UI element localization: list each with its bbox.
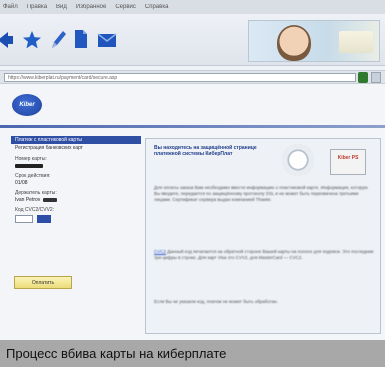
security-seal-icon: [282, 144, 314, 176]
dropdown-button[interactable]: [371, 72, 381, 83]
kiber-badge: Kiber PS: [330, 149, 366, 175]
caption-text: Процесс вбива карты на киберплате: [6, 346, 227, 361]
browser-window: Файл Правка Вид Избранное Сервис Справка: [0, 0, 385, 340]
cvc2-link[interactable]: CVC2: [154, 249, 166, 254]
menu-help[interactable]: Справка: [145, 4, 169, 10]
menu-tools[interactable]: Сервис: [115, 4, 136, 10]
expiry-field[interactable]: 01/08: [11, 179, 141, 186]
banner-photo: [277, 25, 311, 61]
holder-value: Ivan Petrov: [15, 196, 41, 203]
favorites-icon[interactable]: [22, 30, 42, 50]
url-input[interactable]: https://www.kiberplat.ru/payment/card/se…: [4, 73, 356, 82]
address-bar: https://www.kiberplat.ru/payment/card/se…: [0, 70, 385, 84]
document-icon[interactable]: [74, 29, 88, 49]
info-paragraph-2: CVC2 Данный код печатается на обратной с…: [154, 249, 374, 281]
menu-view[interactable]: Вид: [56, 4, 67, 10]
holder-masked: [43, 197, 58, 202]
menu-edit[interactable]: Правка: [27, 4, 47, 10]
card-number-masked: [15, 163, 43, 168]
cvc-input[interactable]: [15, 215, 33, 223]
cvc-help-button[interactable]: [37, 215, 51, 223]
web-page: Kiber Платеж с пластиковой карты Регистр…: [0, 84, 385, 340]
card-number-field[interactable]: [11, 162, 141, 169]
go-button[interactable]: [358, 72, 368, 83]
logo-text: Kiber: [19, 102, 35, 108]
pay-button[interactable]: Оплатить: [14, 276, 72, 289]
info-paragraph-3: Если Вы не указали код, платеж не может …: [154, 299, 279, 304]
header-divider: [0, 125, 385, 128]
payment-form: Платеж с пластиковой карты Регистрация б…: [11, 136, 141, 286]
menu-bar: Файл Правка Вид Избранное Сервис Справка: [0, 0, 385, 14]
menu-item-card-payment[interactable]: Платеж с пластиковой карты: [11, 136, 141, 144]
menu-favorites[interactable]: Избранное: [76, 4, 106, 10]
menu-item-card-registration[interactable]: Регистрация банковских карт: [11, 144, 141, 152]
info-panel: Вы находитесь на защищённой странице пла…: [145, 138, 381, 334]
cvc-label: Код CVC2/CVV2:: [15, 207, 55, 213]
back-icon[interactable]: [0, 31, 14, 49]
site-logo[interactable]: Kiber: [12, 94, 42, 116]
cvc-row: [11, 215, 141, 223]
ad-banner[interactable]: [248, 20, 380, 62]
mail-icon[interactable]: [97, 32, 117, 48]
image-caption: Процесс вбива карты на киберплате: [0, 340, 385, 367]
panel-title: Вы находитесь на защищённой странице пла…: [154, 145, 257, 157]
banner-decoration: [339, 31, 373, 53]
menu-file[interactable]: Файл: [3, 4, 18, 10]
info-paragraph-1: Для оплаты заказа Вам необходимо ввести …: [154, 185, 368, 202]
holder-field[interactable]: Ivan Petrov: [11, 196, 141, 203]
info-paragraph-2-text: Данный код печатается на обратной сторон…: [154, 249, 374, 260]
toolbar: [0, 14, 385, 66]
expiry-value: 01/08: [15, 179, 28, 186]
edit-icon[interactable]: [49, 29, 67, 49]
